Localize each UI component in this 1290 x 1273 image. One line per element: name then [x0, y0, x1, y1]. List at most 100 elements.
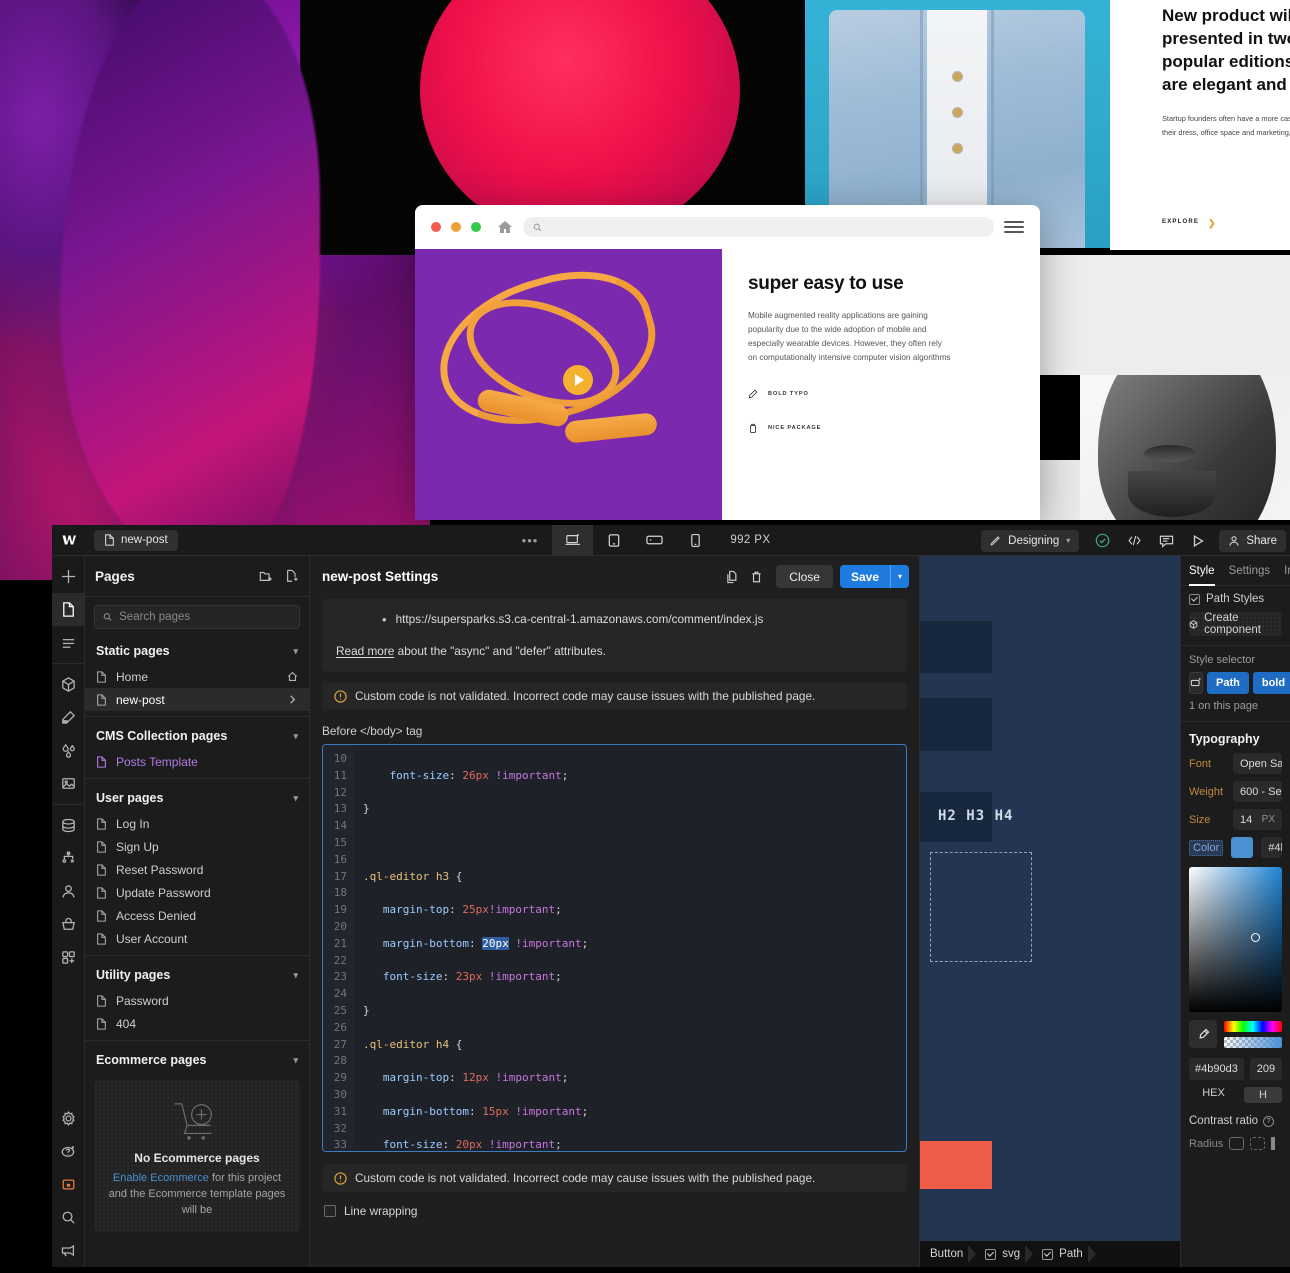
add-icon[interactable] [52, 560, 84, 593]
group-header-utility-pages[interactable]: Utility pages ▾ [85, 961, 309, 989]
page-item-new-post[interactable]: new-post [85, 688, 309, 711]
breakpoint-desktop-button[interactable] [552, 525, 593, 556]
design-canvas[interactable]: H2 H3 H4 Button svg Path [920, 556, 1180, 1267]
h-channel-label[interactable]: H [1244, 1087, 1282, 1103]
page-item-access-denied[interactable]: Access Denied [85, 904, 309, 927]
color-swatch[interactable] [1231, 837, 1253, 858]
hue-input[interactable]: 209 [1250, 1058, 1282, 1080]
breadcrumb-item-button[interactable]: Button [920, 1248, 975, 1260]
checkbox-icon[interactable] [1189, 594, 1200, 605]
components-icon[interactable] [52, 668, 84, 701]
group-header-ecommerce-pages[interactable]: Ecommerce pages ▾ [85, 1046, 309, 1074]
code-text[interactable]: font-size: 26px !important; } .ql-editor… [353, 745, 906, 1152]
variables-icon[interactable] [52, 734, 84, 767]
custom-code-editor[interactable]: 10 11 12 13 14 15 16 17 18 19 20 21 22 2… [322, 744, 907, 1152]
save-button[interactable]: Save [840, 565, 890, 588]
font-value[interactable]: Open Sans [1233, 753, 1282, 774]
help-icon[interactable] [52, 1135, 84, 1168]
element-type-icon[interactable] [1189, 672, 1203, 694]
breakpoint-tablet-button[interactable] [593, 525, 634, 556]
close-button[interactable]: Close [776, 565, 833, 588]
selected-element-outline[interactable] [930, 852, 1032, 962]
search-icon[interactable] [52, 1201, 84, 1234]
code-export-button[interactable] [1119, 525, 1149, 556]
logic-icon[interactable] [52, 842, 84, 875]
chevron-right-icon[interactable] [287, 694, 298, 705]
cms-icon[interactable] [52, 809, 84, 842]
canvas-red-block[interactable] [920, 1141, 992, 1189]
alpha-slider[interactable] [1224, 1037, 1282, 1048]
color-picker-handle[interactable] [1251, 933, 1260, 942]
new-page-icon[interactable] [285, 569, 299, 583]
page-item-posts-template[interactable]: Posts Template [85, 750, 309, 773]
page-item-user-account[interactable]: User Account [85, 927, 309, 950]
font-field-row[interactable]: Font Open Sans [1181, 746, 1290, 774]
radius-row[interactable]: Radius [1181, 1127, 1290, 1150]
group-header-cms-collection-pages[interactable]: CMS Collection pages ▾ [85, 722, 309, 750]
navigator-icon[interactable] [52, 626, 84, 659]
ecommerce-icon[interactable] [52, 908, 84, 941]
canvas-block[interactable] [920, 621, 992, 673]
size-value[interactable]: 14PX [1233, 809, 1282, 830]
mode-selector[interactable]: Designing ▾ [981, 530, 1079, 552]
page-item-reset-password[interactable]: Reset Password [85, 858, 309, 881]
new-folder-icon[interactable] [259, 569, 273, 583]
duplicate-icon[interactable] [720, 565, 744, 589]
line-wrapping-toggle[interactable]: Line wrapping [310, 1192, 919, 1218]
hue-slider[interactable] [1224, 1021, 1282, 1032]
settings-icon[interactable] [52, 1102, 84, 1135]
path-styles-row[interactable]: Path Styles [1181, 586, 1290, 605]
page-item-home[interactable]: Home [85, 665, 309, 688]
comments-button[interactable] [1151, 525, 1181, 556]
webflow-logo-icon[interactable] [52, 525, 88, 556]
radius-individual-icon[interactable] [1250, 1137, 1265, 1150]
video-tutorial-icon[interactable] [52, 1168, 84, 1201]
create-component-button[interactable]: Create component [1189, 612, 1282, 636]
color-value[interactable]: #4b90d3 [1261, 837, 1282, 858]
selector-chip-path[interactable]: Path [1207, 672, 1249, 694]
color-field-row[interactable]: Color #4b90d3 [1181, 830, 1290, 858]
assets-icon[interactable] [52, 767, 84, 800]
hex-input[interactable]: #4b90d3 [1189, 1058, 1244, 1080]
radius-bar-icon[interactable] [1271, 1137, 1275, 1150]
breakpoint-mobile-portrait-button[interactable] [675, 525, 716, 556]
preview-button[interactable] [1183, 525, 1213, 556]
page-item-404[interactable]: 404 [85, 1012, 309, 1035]
share-button[interactable]: Share [1219, 530, 1286, 552]
page-item-sign-up[interactable]: Sign Up [85, 835, 309, 858]
group-header-user-pages[interactable]: User pages ▾ [85, 784, 309, 812]
color-picker-area[interactable] [1189, 867, 1282, 1012]
tab-style[interactable]: Style [1189, 556, 1215, 586]
radius-all-icon[interactable] [1229, 1137, 1244, 1150]
overflow-menu-button[interactable]: ••• [508, 533, 553, 548]
breakpoint-mobile-landscape-button[interactable] [634, 525, 675, 556]
save-dropdown-button[interactable]: ▾ [890, 565, 909, 588]
play-button[interactable] [563, 365, 593, 395]
style-manager-icon[interactable] [52, 701, 84, 734]
tab-settings[interactable]: Settings [1229, 556, 1271, 586]
help-icon[interactable]: ? [1263, 1116, 1274, 1127]
eyedropper-button[interactable] [1189, 1020, 1217, 1048]
enable-ecommerce-link[interactable]: Enable Ecommerce [113, 1172, 209, 1184]
apps-icon[interactable] [52, 941, 84, 974]
canvas-block[interactable] [920, 698, 992, 751]
page-item-update-password[interactable]: Update Password [85, 881, 309, 904]
users-icon[interactable] [52, 875, 84, 908]
tab-interactions[interactable]: Interactions [1284, 556, 1290, 586]
group-header-static-pages[interactable]: Static pages ▾ [85, 637, 309, 665]
selector-chip-bold[interactable]: bold [1253, 672, 1290, 694]
current-page-chip[interactable]: new-post [94, 530, 178, 551]
hex-mode-label[interactable]: HEX [1189, 1087, 1238, 1103]
audit-icon[interactable] [52, 1234, 84, 1267]
weight-value[interactable]: 600 - Semibold [1233, 781, 1282, 802]
breadcrumb-item-svg[interactable]: svg [975, 1248, 1032, 1260]
audit-check-button[interactable] [1087, 525, 1117, 556]
search-pages-input[interactable] [119, 611, 291, 623]
line-wrapping-checkbox[interactable] [324, 1205, 336, 1217]
pages-icon[interactable] [52, 593, 84, 626]
page-item-password[interactable]: Password [85, 989, 309, 1012]
read-more-link[interactable]: Read more [336, 644, 394, 658]
size-field-row[interactable]: Size 14PX [1181, 802, 1290, 830]
breadcrumb-item-path[interactable]: Path [1032, 1248, 1095, 1260]
page-item-log-in[interactable]: Log In [85, 812, 309, 835]
